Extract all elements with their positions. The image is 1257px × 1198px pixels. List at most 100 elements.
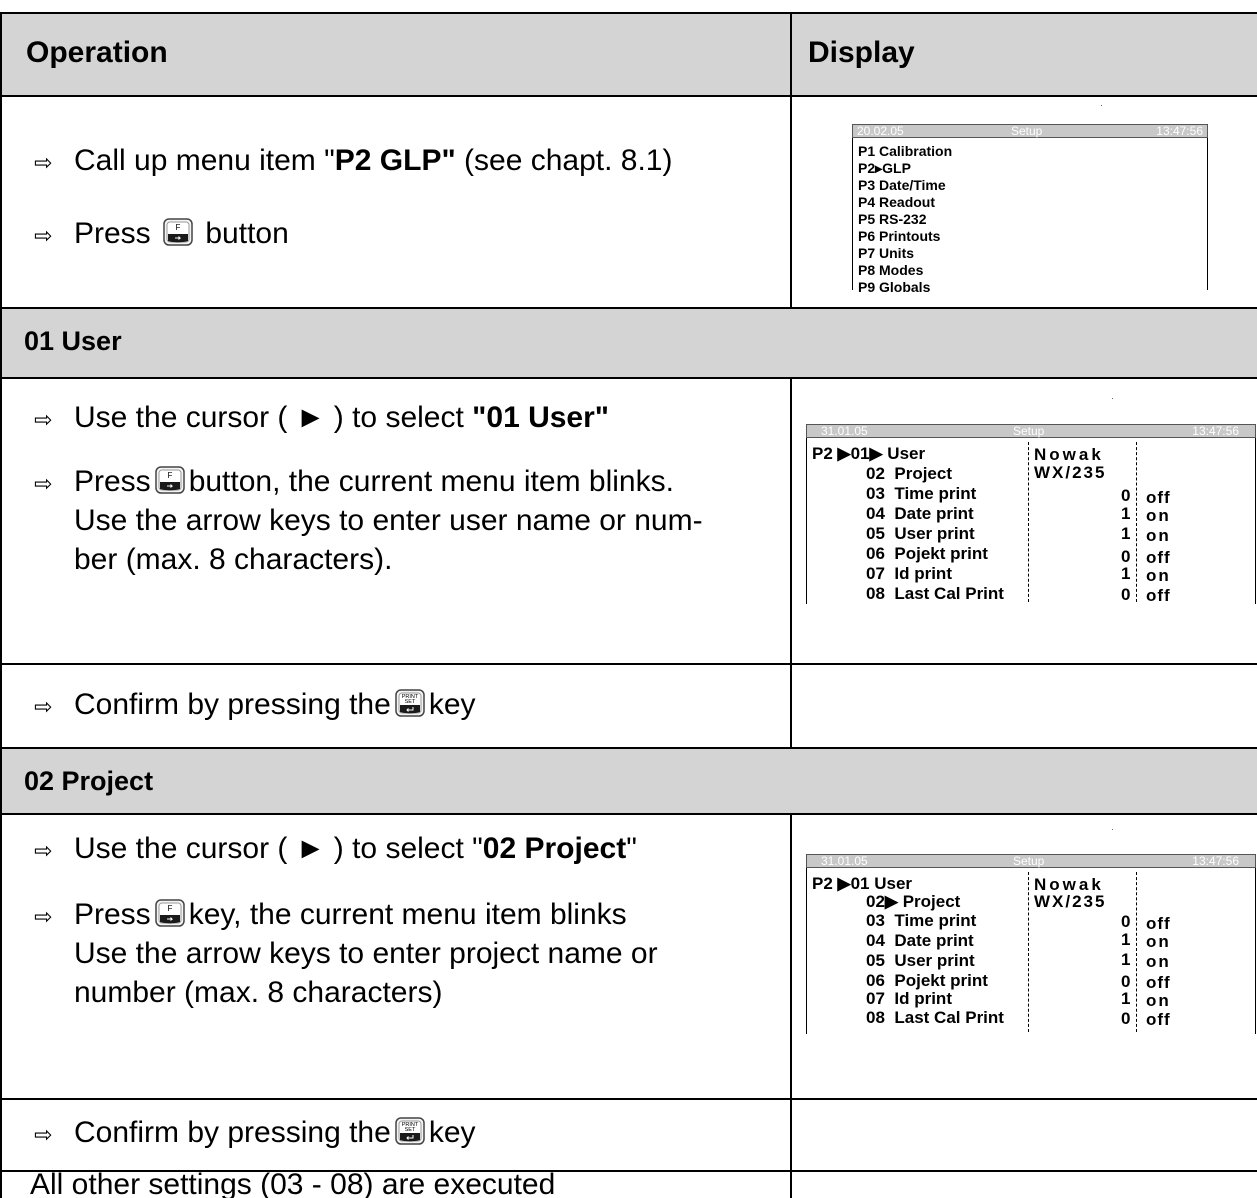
lcd-state: off xyxy=(1146,488,1171,507)
lcd-menu-item: P9 Globals xyxy=(858,279,931,295)
operation-cell: ⇨ Call up menu item "P2 GLP" (see chapt. … xyxy=(2,97,790,307)
instruction-text: button xyxy=(205,217,289,250)
lcd-row-label: User print xyxy=(894,524,975,543)
instruction-text: Confirm by pressing the xyxy=(74,688,391,721)
table-row-confirm: ⇨ Confirm by pressing the key xyxy=(0,1098,1257,1170)
table-row-footer: All other settings (03 - 08) are execute… xyxy=(0,1170,1257,1198)
lcd-row-label: Time print xyxy=(894,484,977,503)
display-cell: 20.02.05 Setup 13:47:56 P1 Calibration P… xyxy=(790,97,1257,307)
lcd-row-label: Pojekt print xyxy=(894,971,988,990)
instruction-text: key, the current menu item blinks xyxy=(188,898,627,931)
lcd-title-bar: 20.02.05 Setup 13:47:56 xyxy=(852,124,1208,138)
display-cell: 31.01.05 Setup 13:47:56 P2 ▶01 User 02▶ … xyxy=(790,815,1257,1098)
lcd-flag: 1 xyxy=(1121,930,1131,949)
display-cell xyxy=(790,1172,1257,1198)
lcd-row-number: 05 xyxy=(866,524,885,543)
lcd-row-label: Time print xyxy=(894,911,977,930)
lcd-flag: 0 xyxy=(1121,1009,1131,1028)
lcd-cursor-row: P2 ▶01▶ User xyxy=(812,444,926,463)
lcd-row: 04 Date print xyxy=(866,932,974,949)
lcd-state: on xyxy=(1146,991,1171,1010)
instruction-text: key xyxy=(428,1116,476,1149)
lcd-state: on xyxy=(1146,526,1171,545)
instruction-select-user: ⇨ Use the cursor ( ► ) to select "01 User… xyxy=(34,401,609,435)
header-operation: Operation xyxy=(26,36,168,69)
print-set-key-icon xyxy=(395,1117,425,1145)
section-title-project: 02 Project xyxy=(24,766,154,796)
lcd-state: on xyxy=(1146,566,1171,585)
lcd-state: on xyxy=(1146,506,1171,525)
operation-cell: ⇨ Use the cursor ( ► ) to select "02 Proj… xyxy=(2,815,790,1098)
operation-cell: ⇨ Use the cursor ( ► ) to select "01 User… xyxy=(2,379,790,663)
lcd-title-bar: 31.01.05 Setup 13:47:56 xyxy=(806,854,1256,868)
lcd-row-label: Id print xyxy=(894,564,952,583)
table-row-project: ⇨ Use the cursor ( ► ) to select "02 Proj… xyxy=(0,813,1257,1098)
lcd-time: 13:47:56 xyxy=(1192,854,1239,868)
scan-dot xyxy=(1112,829,1113,830)
lcd-row-label: Last Cal Print xyxy=(894,584,1004,603)
lcd-user-value: Nowak xyxy=(1034,445,1104,464)
lcd-flag: 1 xyxy=(1121,989,1131,1008)
lcd-row: 05 User print xyxy=(866,952,975,969)
table-row-call-up: ⇨ Call up menu item "P2 GLP" (see chapt. … xyxy=(0,95,1257,307)
instruction-text: Use the cursor ( ► ) to select " xyxy=(74,832,483,865)
lcd-row-number: 07 xyxy=(866,989,885,1008)
display-cell xyxy=(790,1100,1257,1170)
lcd-menu-item: P3 Date/Time xyxy=(858,177,946,193)
lcd-row-label: Project xyxy=(894,464,953,483)
operation-cell: ⇨ Confirm by pressing the key xyxy=(2,1100,790,1170)
lcd-flag: 0 xyxy=(1121,547,1131,566)
lcd-row-number: 02 xyxy=(866,464,885,483)
lcd-project-value: WX/235 xyxy=(1034,892,1107,911)
lcd-row-number: 08 xyxy=(866,1008,885,1027)
header-display-cell: Display xyxy=(790,14,1257,95)
lcd-state: on xyxy=(1146,932,1171,951)
lcd-row-number: 03 xyxy=(866,911,885,930)
lcd-row: 03 Time print xyxy=(866,912,976,929)
instruction-confirm: ⇨ Confirm by pressing the key xyxy=(34,688,476,722)
lcd-column-divider xyxy=(1028,442,1029,602)
instruction-text: button, the current menu item blinks. xyxy=(188,465,674,498)
lcd-row: 02 Project xyxy=(866,465,952,482)
lcd-flag: 1 xyxy=(1121,564,1131,583)
instruction-select-project: ⇨ Use the cursor ( ► ) to select "02 Proj… xyxy=(34,832,637,866)
instruction-text: Press xyxy=(74,465,151,498)
instruction-bold: "01 User" xyxy=(472,401,610,434)
lcd-date: 31.01.05 xyxy=(821,424,868,438)
instruction-press-f: ⇨ Press key, the current menu item blinks xyxy=(34,898,627,932)
arrow-icon: ⇨ xyxy=(34,839,53,864)
lcd-menu-item: P2▸GLP xyxy=(858,160,911,176)
lcd-state: off xyxy=(1146,586,1171,605)
header-operation-cell: Operation xyxy=(2,14,790,95)
lcd-row-number: 04 xyxy=(866,504,885,523)
lcd-menu-item: P8 Modes xyxy=(858,262,924,278)
lcd-date: 31.01.05 xyxy=(821,854,868,868)
instruction-text: Use the cursor ( ► ) to select xyxy=(74,401,473,434)
instruction-text: Press xyxy=(74,217,151,250)
instruction-text: Use the arrow keys to enter user name or… xyxy=(74,504,703,537)
f-key-icon xyxy=(163,218,193,246)
lcd-title: Setup xyxy=(1013,854,1045,868)
section-title-user: 01 User xyxy=(24,326,122,356)
lcd-project-value: WX/235 xyxy=(1034,463,1107,482)
lcd-menu-item: P1 Calibration xyxy=(858,143,953,159)
footer-text: All other settings (03 - 08) are execute… xyxy=(30,1170,556,1198)
f-key-icon xyxy=(155,899,185,927)
lcd-row: P2 ▶01 User xyxy=(812,874,913,893)
instruction-text: number (max. 8 characters) xyxy=(74,976,443,1009)
lcd-row: 03 Time print xyxy=(866,485,976,502)
print-set-key-icon xyxy=(395,689,425,717)
instruction-confirm: ⇨ Confirm by pressing the key xyxy=(34,1116,476,1150)
lcd-row-number: 03 xyxy=(866,484,885,503)
lcd-column-divider xyxy=(1136,442,1137,602)
arrow-icon: ⇨ xyxy=(34,151,53,176)
instruction-text: ber (max. 8 characters). xyxy=(74,543,393,576)
section-title-row: 02 Project xyxy=(0,747,1257,813)
lcd-cursor-row: 02▶ Project xyxy=(866,892,961,911)
lcd-menu-item: P5 RS-232 xyxy=(858,211,927,227)
lcd-row-label: Date print xyxy=(894,931,974,950)
lcd-flag: 1 xyxy=(1121,504,1131,523)
lcd-row: 08 Last Cal Print xyxy=(866,585,1004,602)
instruction-text: Call up menu item " xyxy=(74,144,335,177)
lcd-row-label: Pojekt print xyxy=(894,544,988,563)
